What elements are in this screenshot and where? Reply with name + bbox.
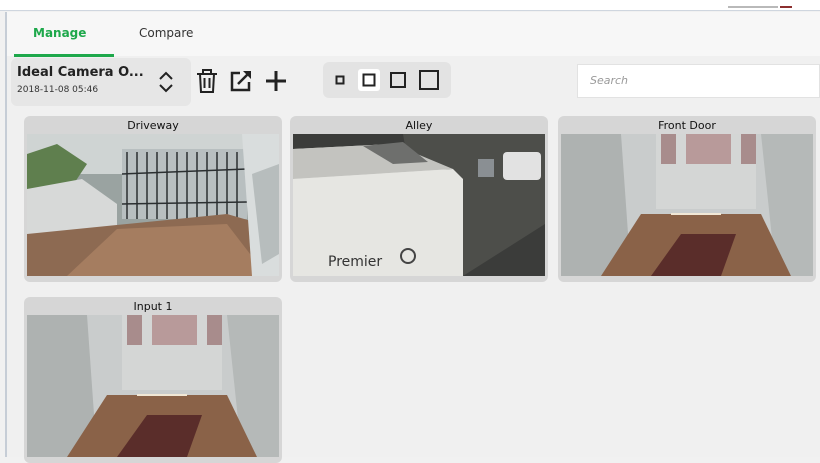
- camera-tile-front-door[interactable]: Front Door: [558, 116, 816, 282]
- toolbar: Ideal Camera O... 2018-11-08 05:46: [7, 58, 820, 110]
- camera-tile-driveway[interactable]: Driveway: [24, 116, 282, 282]
- window-control-mark: [728, 6, 778, 8]
- window-top-edge: [0, 0, 820, 11]
- active-tab-indicator: [14, 54, 114, 57]
- svg-text:Premier: Premier: [328, 254, 382, 270]
- camera-tile-input-1[interactable]: Input 1: [24, 297, 282, 463]
- camera-tile-alley[interactable]: Alley Premier: [290, 116, 548, 282]
- tab-manage[interactable]: Manage: [33, 26, 86, 40]
- plus-icon[interactable]: [263, 68, 289, 94]
- camera-thumbnail: Premier: [293, 134, 545, 276]
- search-input[interactable]: [588, 73, 812, 88]
- camera-tile-title: Front Door: [658, 119, 716, 132]
- external-link-icon[interactable]: [228, 68, 254, 94]
- search-box[interactable]: [577, 64, 820, 98]
- tile-size-small-icon[interactable]: [358, 69, 380, 91]
- tab-bar: Manage Compare: [7, 12, 820, 57]
- tab-compare[interactable]: Compare: [139, 26, 193, 40]
- camera-timestamp: 2018-11-08 05:46: [17, 85, 99, 95]
- window-control-mark: [780, 6, 792, 8]
- camera-tile-title: Driveway: [127, 119, 179, 132]
- camera-tile-title: Alley: [405, 119, 433, 132]
- tile-size-selector: [323, 62, 451, 98]
- camera-thumbnail: [561, 134, 813, 276]
- camera-selector[interactable]: Ideal Camera O... 2018-11-08 05:46: [11, 58, 191, 106]
- camera-manager-panel: Manage Compare Ideal Camera O... 2018-11…: [7, 12, 820, 463]
- tile-size-medium-icon[interactable]: [387, 69, 409, 91]
- updown-chevron-icon[interactable]: [157, 70, 175, 94]
- camera-name: Ideal Camera O...: [17, 65, 144, 80]
- camera-thumbnail: [27, 134, 279, 276]
- tile-size-large-icon[interactable]: [418, 69, 440, 91]
- trash-icon[interactable]: [194, 68, 220, 94]
- camera-thumbnail: [27, 315, 279, 457]
- camera-tile-title: Input 1: [133, 300, 173, 313]
- tile-size-xsmall-icon[interactable]: [329, 69, 351, 91]
